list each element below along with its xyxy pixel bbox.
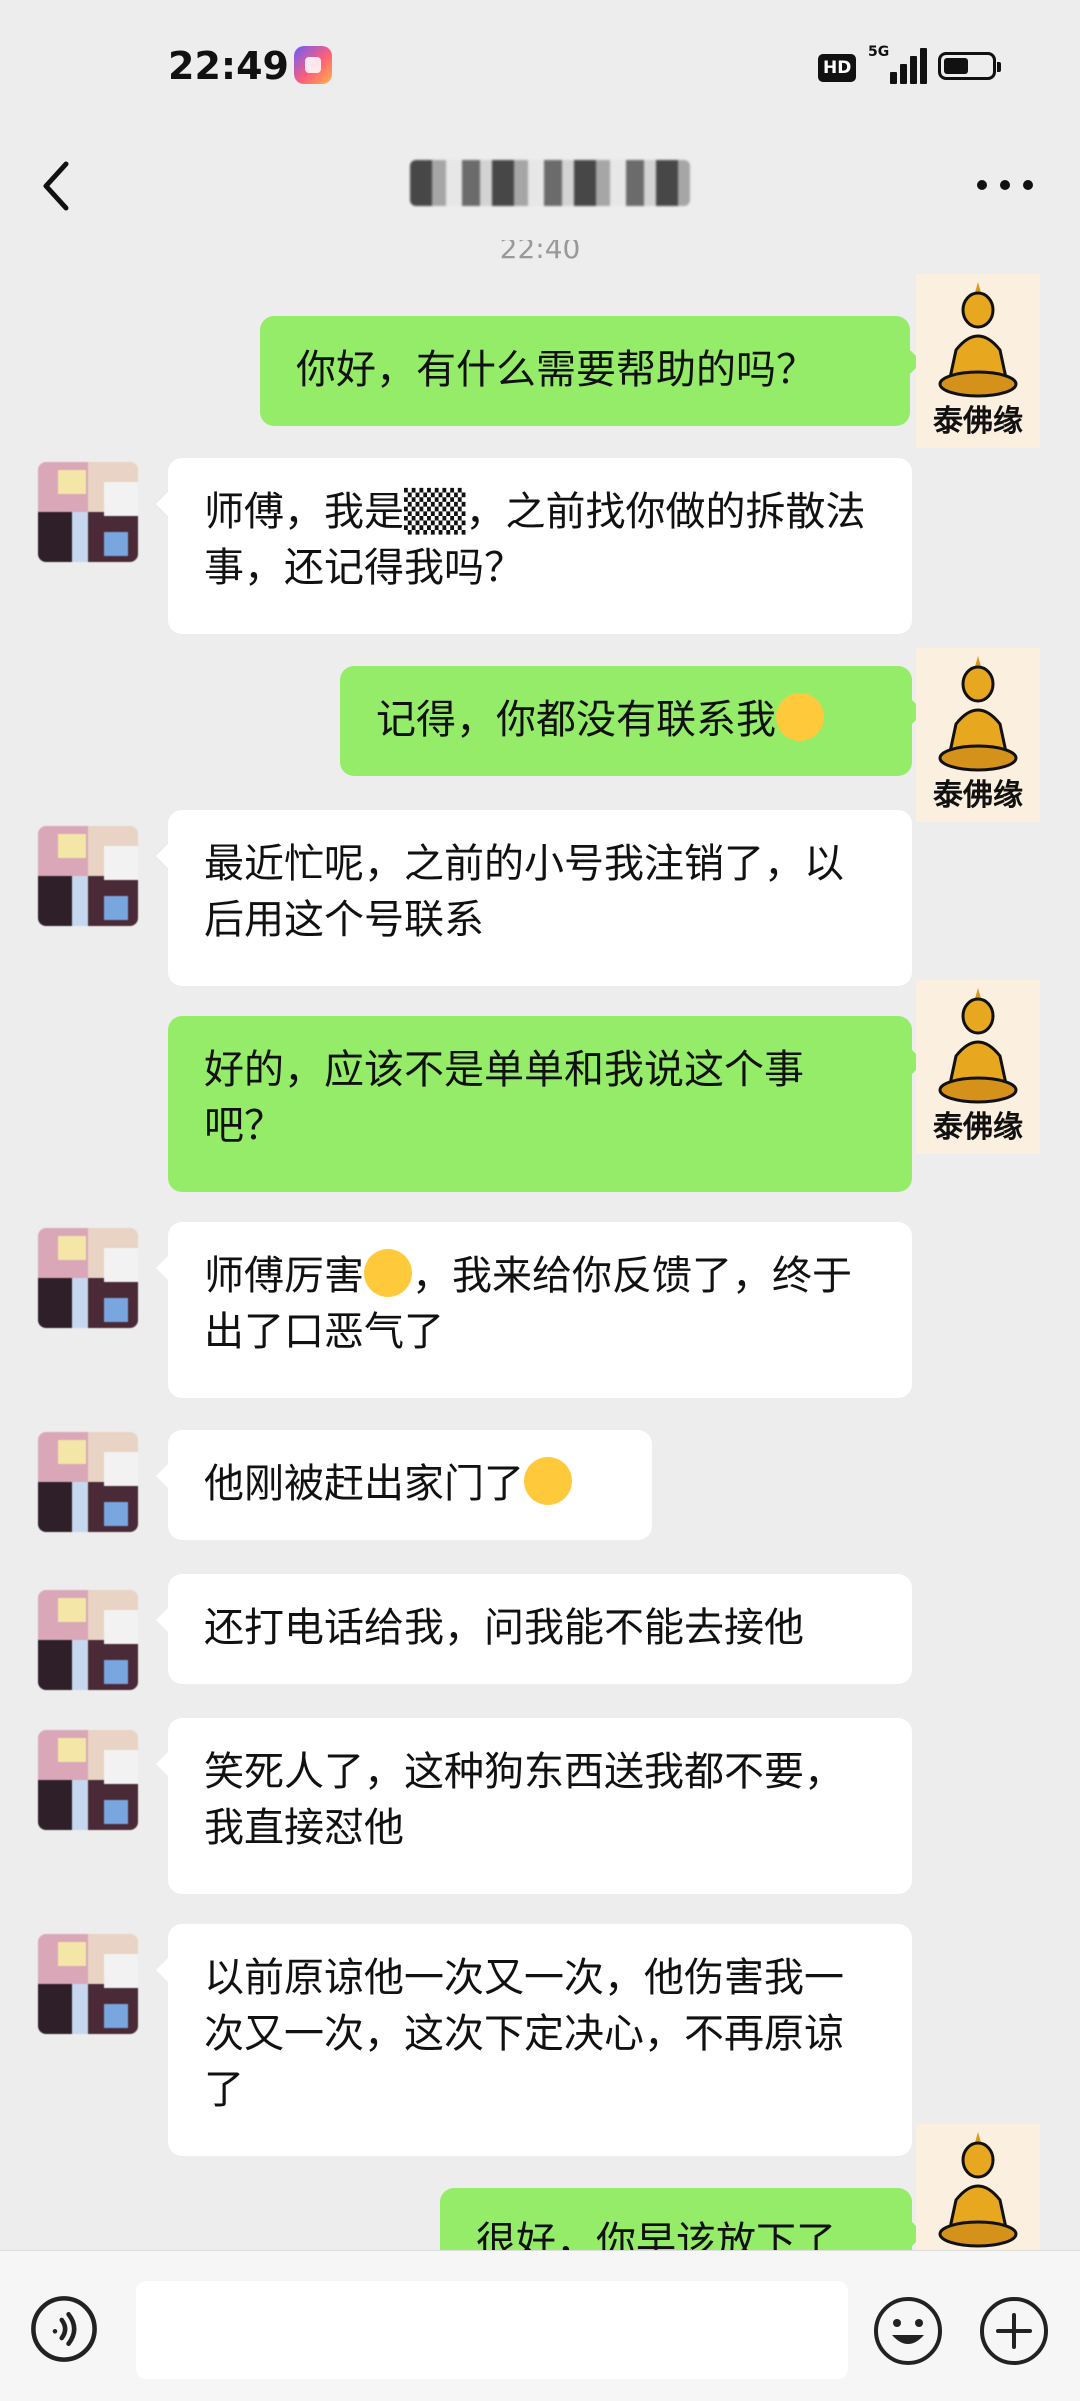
received-message[interactable]: 师傅，我是▒▒，之前找你做的拆散法事，还记得我吗？: [156, 458, 912, 634]
voice-input-icon[interactable]: [30, 2295, 98, 2363]
message-timestamp: 22:40: [499, 240, 581, 265]
message-text: 还打电话给我，问我能不能去接他: [204, 1605, 804, 1651]
emoji-icon[interactable]: [872, 2295, 944, 2367]
received-message[interactable]: 他刚被赶出家门了: [156, 1430, 652, 1540]
thumbs-up-emoji: [364, 1249, 412, 1297]
signal-icon: 5G: [868, 44, 928, 84]
chat-title-redacted: [410, 160, 690, 206]
sent-message[interactable]: 很好，你早该放下了: [440, 2188, 924, 2250]
received-message[interactable]: 师傅厉害 ，我来给你反馈了，终于出了口恶气了: [156, 1222, 912, 1398]
message-text: 笑死人了，这种狗东西送我都不要，我直接怼他: [204, 1749, 844, 1851]
contact-avatar[interactable]: [38, 462, 138, 562]
buddha-icon: [938, 282, 1018, 398]
buddha-icon: [938, 656, 1018, 772]
self-avatar[interactable]: 泰佛缘: [916, 274, 1040, 448]
received-message[interactable]: 以前原谅他一次又一次，他伤害我一次又一次，这次下定决心，不再原谅了: [156, 1924, 912, 2156]
contact-avatar[interactable]: [38, 1432, 138, 1532]
message-text: 他刚被赶出家门了: [204, 1461, 524, 1507]
contact-avatar[interactable]: [38, 1934, 138, 2034]
message-input[interactable]: [136, 2281, 848, 2379]
message-list[interactable]: 22:40 你好，有什么需要帮助的吗？ 师傅，我是▒▒，之前找你做的拆散法事，还…: [0, 240, 1080, 2250]
brand-label: 泰佛缘: [933, 778, 1023, 813]
message-text: 最近忙呢，之前的小号我注销了，以后用这个号联系: [204, 841, 844, 943]
message-text: 以前原谅他一次又一次，他伤害我一次又一次，这次下定决心，不再原谅了: [204, 1955, 844, 2113]
input-bar: [0, 2250, 1080, 2401]
self-avatar[interactable]: 泰佛缘: [916, 980, 1040, 1154]
contact-avatar[interactable]: [38, 1730, 138, 1830]
buddha-icon: [938, 988, 1018, 1104]
contact-avatar[interactable]: [38, 826, 138, 926]
contact-avatar[interactable]: [38, 1590, 138, 1690]
back-arrow-icon[interactable]: [30, 150, 100, 220]
battery-icon: [938, 52, 1001, 80]
message-text: 你好，有什么需要帮助的吗？: [296, 347, 816, 393]
self-avatar[interactable]: 泰佛缘: [916, 2124, 1040, 2250]
message-text: 师傅厉害: [204, 1253, 364, 1299]
sent-message[interactable]: 好的，应该不是单单和我说这个事吧？: [168, 1016, 924, 1192]
laugh-cry-emoji: [776, 693, 824, 741]
message-text: 记得，你都没有联系我: [376, 697, 776, 743]
brand-label: 泰佛缘: [933, 404, 1023, 439]
received-message[interactable]: 还打电话给我，问我能不能去接他: [156, 1574, 912, 1684]
message-text: 好的，应该不是单单和我说这个事吧？: [204, 1047, 804, 1149]
status-bar: 22:49 HD 5G: [0, 0, 1080, 140]
message-text: 师傅，我是▒▒，之前找你做的拆散法事，还记得我吗？: [204, 489, 866, 591]
brand-label: 泰佛缘: [933, 1110, 1023, 1145]
network-type: 5G: [868, 44, 890, 60]
hd-badge: HD: [818, 54, 857, 82]
more-options-icon[interactable]: [970, 160, 1040, 210]
sent-message[interactable]: 记得，你都没有联系我: [340, 666, 924, 776]
chat-header: [0, 140, 1080, 240]
app-notification-icon: [294, 46, 332, 84]
status-time: 22:49: [168, 44, 289, 88]
hand-over-mouth-emoji: [524, 1457, 572, 1505]
message-text: 很好，你早该放下了: [476, 2219, 836, 2250]
sent-message[interactable]: 你好，有什么需要帮助的吗？: [260, 316, 922, 426]
received-message[interactable]: 笑死人了，这种狗东西送我都不要，我直接怼他: [156, 1718, 912, 1894]
received-message[interactable]: 最近忙呢，之前的小号我注销了，以后用这个号联系: [156, 810, 912, 986]
plus-icon[interactable]: [978, 2295, 1050, 2367]
contact-avatar[interactable]: [38, 1228, 138, 1328]
buddha-icon: [938, 2132, 1018, 2248]
self-avatar[interactable]: 泰佛缘: [916, 648, 1040, 822]
